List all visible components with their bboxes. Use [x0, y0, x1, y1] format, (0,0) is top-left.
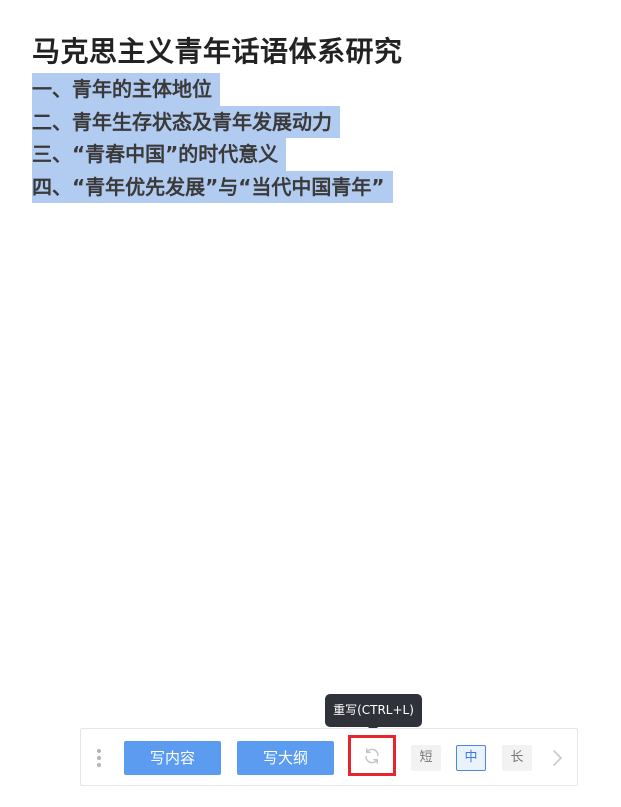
outline-item-text[interactable]: 二、青年生存状态及青年发展动力 — [32, 105, 340, 138]
outline-item-text[interactable]: 一、青年的主体地位 — [32, 73, 220, 106]
outline-item-text[interactable]: 三、“青春中国”的时代意义 — [32, 138, 287, 171]
length-long-button[interactable]: 长 — [502, 745, 532, 771]
outline-item[interactable]: 一、青年的主体地位 — [32, 73, 393, 106]
ai-writing-toolbar: 写内容 写大纲 短 中 长 — [80, 728, 578, 786]
chevron-right-icon[interactable] — [547, 748, 567, 768]
length-medium-button[interactable]: 中 — [456, 745, 486, 771]
outline-list: 一、青年的主体地位 二、青年生存状态及青年发展动力 三、“青春中国”的时代意义 … — [32, 73, 393, 203]
drag-handle-icon[interactable] — [96, 749, 102, 767]
refresh-icon — [365, 747, 379, 764]
write-content-button[interactable]: 写内容 — [124, 741, 221, 775]
document-title[interactable]: 马克思主义青年话语体系研究 — [32, 30, 403, 70]
length-short-button[interactable]: 短 — [411, 745, 441, 771]
outline-item[interactable]: 三、“青春中国”的时代意义 — [32, 138, 393, 171]
rewrite-button[interactable] — [348, 735, 396, 776]
outline-item[interactable]: 四、“青年优先发展”与“当代中国青年” — [32, 170, 393, 203]
rewrite-tooltip: 重写(CTRL+L) — [325, 694, 422, 732]
outline-item-text[interactable]: 四、“青年优先发展”与“当代中国青年” — [32, 170, 393, 203]
write-outline-button[interactable]: 写大纲 — [237, 741, 334, 775]
outline-item[interactable]: 二、青年生存状态及青年发展动力 — [32, 105, 393, 138]
